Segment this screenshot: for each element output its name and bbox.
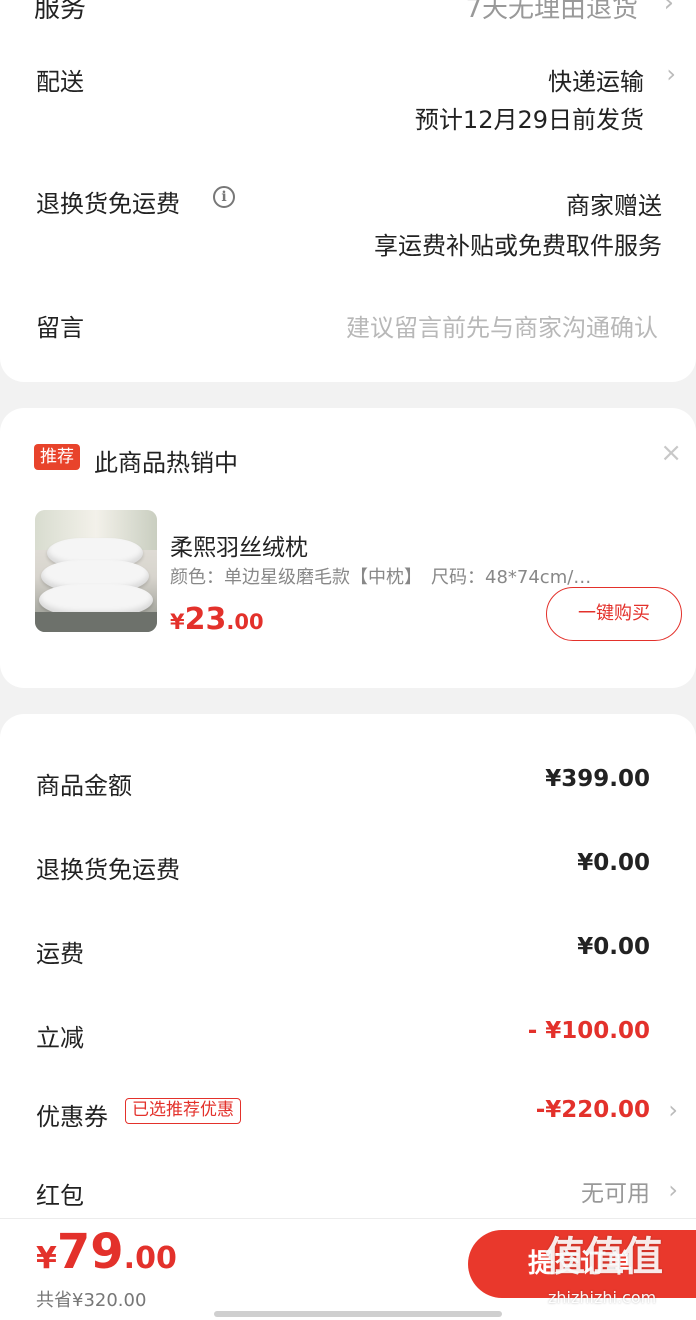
price-decimal: .00: [226, 610, 264, 634]
return-shipping-value: 商家赠送: [566, 192, 662, 220]
chevron-right-icon: ›: [663, 0, 674, 18]
instant-discount-label: 立减: [36, 1024, 84, 1052]
price-integer: 23: [184, 602, 227, 637]
product-thumbnail[interactable]: [35, 510, 157, 632]
return-shipping-note: 享运费补贴或免费取件服务: [374, 232, 662, 260]
watermark-url: zhizhizhi.com: [548, 1288, 657, 1307]
watermark-logo: 值值值: [545, 1234, 663, 1280]
total-currency: ¥: [36, 1241, 57, 1276]
message-label: 留言: [36, 314, 84, 342]
total-decimal: .00: [123, 1241, 177, 1276]
instant-discount-value: - ¥100.00: [527, 1018, 650, 1044]
red-packet-value[interactable]: 无可用: [581, 1174, 650, 1208]
home-indicator[interactable]: [214, 1311, 502, 1317]
message-input[interactable]: 建议留言前先与商家沟通确认: [346, 308, 658, 343]
chevron-right-icon[interactable]: ›: [668, 1176, 678, 1204]
goods-amount-value: ¥399.00: [545, 766, 650, 792]
product-name[interactable]: 柔熙羽丝绒枕: [170, 528, 308, 562]
chevron-right-icon[interactable]: ›: [666, 60, 676, 88]
saved-amount: 共省¥320.00: [36, 1290, 147, 1311]
return-fee-value: ¥0.00: [577, 850, 650, 876]
shipping-fee-label: 运费: [36, 940, 84, 968]
product-spec: 颜色：单边星级磨毛款【中枕】 尺码：48*74cm/…: [170, 567, 592, 588]
coupon-label: 优惠券: [36, 1103, 108, 1131]
service-label: 服务: [34, 0, 87, 24]
goods-amount-label: 商品金额: [36, 772, 132, 800]
delivery-eta: 预计12月29日前发货: [414, 106, 644, 134]
shipping-fee-value: ¥0.00: [577, 934, 650, 960]
delivery-label: 配送: [36, 68, 84, 96]
return-shipping-label: 退换货免运费: [36, 190, 180, 218]
info-icon[interactable]: i: [213, 186, 235, 208]
service-value[interactable]: 7天无理由退货: [465, 0, 638, 25]
red-packet-label: 红包: [36, 1182, 84, 1210]
close-icon[interactable]: ×: [660, 438, 682, 468]
price-currency: ¥: [170, 610, 185, 634]
recommend-title: 此商品热销中: [94, 449, 238, 477]
recommend-badge: 推荐: [34, 444, 80, 470]
delivery-method[interactable]: 快递运输: [548, 62, 644, 97]
coupon-value[interactable]: -¥220.00: [536, 1097, 650, 1123]
coupon-recommended-tag: 已选推荐优惠: [125, 1098, 241, 1124]
total-price: ¥79.00: [36, 1224, 177, 1280]
product-price: ¥23.00: [170, 602, 264, 637]
return-fee-label: 退换货免运费: [36, 856, 180, 884]
thumbnail-base: [35, 612, 157, 632]
recommendation-card: 推荐 此商品热销中 ×: [0, 408, 696, 688]
chevron-right-icon[interactable]: ›: [668, 1096, 678, 1124]
total-integer: 79: [56, 1224, 124, 1280]
one-click-buy-button[interactable]: 一键购买: [546, 587, 682, 641]
order-confirm-page: 服务 7天无理由退货 › 配送 快递运输 › 预计12月29日前发货 退换货免运…: [0, 0, 696, 1320]
